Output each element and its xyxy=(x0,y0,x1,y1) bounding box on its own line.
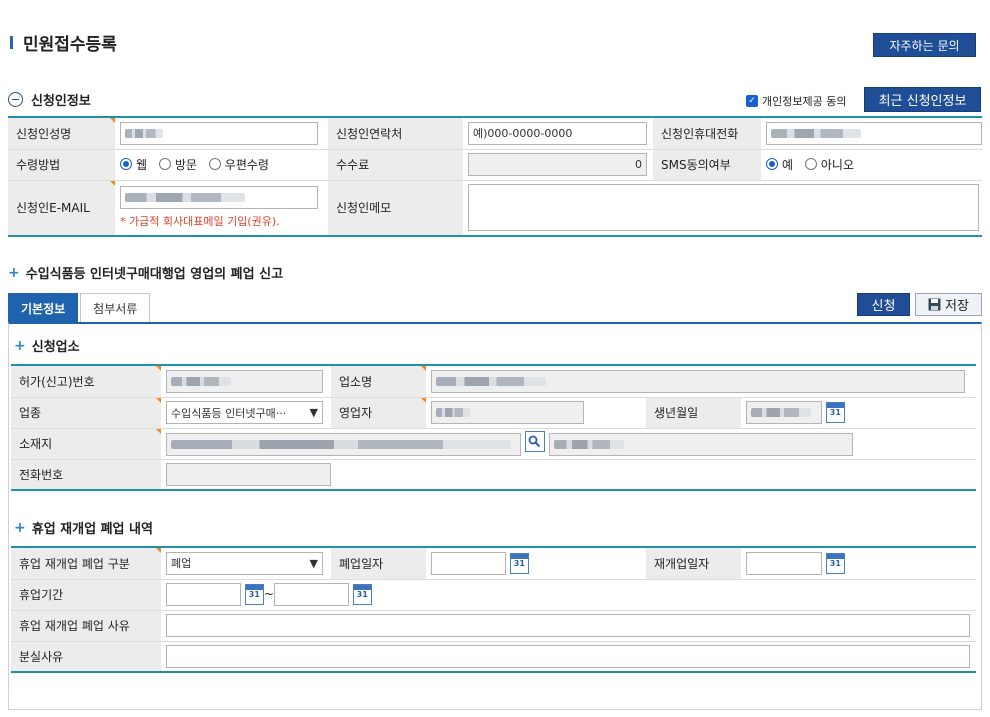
mobile-label: 신청인휴대전화 xyxy=(653,118,761,150)
tab-bar: 기본정보 첨부서류 xyxy=(8,293,152,322)
phone-label: 전화번호 xyxy=(11,459,161,491)
name-input[interactable] xyxy=(120,121,318,145)
checkbox-checked-icon[interactable]: ✓ xyxy=(746,95,758,107)
save-button[interactable]: 저장 xyxy=(915,293,982,316)
industry-select[interactable]: 수입식품등 인터넷구매··· ▼ xyxy=(166,401,323,424)
divider xyxy=(8,235,982,237)
address-field xyxy=(166,433,521,456)
reopen-date-label: 재개업일자 xyxy=(646,548,741,580)
radio-icon[interactable] xyxy=(158,158,171,171)
name-label: 신청인성명 xyxy=(8,118,115,150)
applicant-section-header[interactable]: 신청인정보 xyxy=(8,90,91,109)
floppy-icon xyxy=(928,298,941,311)
radio-selected-icon[interactable] xyxy=(766,158,778,171)
business-name-field xyxy=(431,369,965,393)
dropdown-arrow-icon: ▼ xyxy=(309,556,318,570)
faq-button[interactable]: 자주하는 문의 xyxy=(873,33,976,57)
redacted xyxy=(771,128,861,138)
collapse-icon[interactable] xyxy=(8,92,23,107)
period-label: 휴업기간 xyxy=(11,579,161,611)
lost-reason-label: 분실사유 xyxy=(11,641,161,673)
tab-attachments[interactable]: 첨부서류 xyxy=(80,293,151,322)
reopen-date-input[interactable] xyxy=(746,551,822,575)
divider xyxy=(11,489,976,491)
applicant-table: 신청인성명 신청인연락처 예)000-0000-0000 신청인휴대전화 수령방… xyxy=(8,118,982,236)
dropdown-arrow-icon: ▼ xyxy=(309,406,318,419)
address-label: 소재지 xyxy=(11,428,161,460)
lost-reason-input[interactable] xyxy=(166,645,970,668)
email-note: * 가급적 회사대표메일 기입(권유). xyxy=(120,215,280,228)
mobile-input[interactable] xyxy=(766,121,982,145)
business-name-label: 업소명 xyxy=(331,366,426,398)
email-label: 신청인E-MAIL xyxy=(8,180,115,236)
redacted xyxy=(171,440,511,449)
industry-label: 업종 xyxy=(11,397,161,429)
redacted xyxy=(751,408,811,417)
calendar-icon[interactable]: 31 xyxy=(244,584,264,605)
radio-selected-icon[interactable] xyxy=(120,158,132,171)
license-no-field xyxy=(166,369,323,393)
email-input[interactable] xyxy=(120,186,318,209)
radio-icon[interactable] xyxy=(208,158,221,171)
redacted xyxy=(436,408,470,417)
birth-label: 생년월일 xyxy=(646,397,741,429)
radio-mail[interactable]: 우편수령 xyxy=(208,156,269,173)
business-section-header: + 신청업소 xyxy=(14,337,80,356)
privacy-consent[interactable]: ✓ 개인정보제공 동의 xyxy=(746,93,846,109)
radio-visit[interactable]: 방문 xyxy=(158,156,197,173)
radio-icon[interactable] xyxy=(804,158,817,171)
plus-icon: + xyxy=(14,519,26,536)
form-title: + 수입식품등 인터넷구매대행업 영업의 폐업 신고 xyxy=(8,264,284,283)
contact-label: 신청인연락처 xyxy=(328,118,463,150)
calendar-icon[interactable]: 31 xyxy=(825,552,845,574)
redacted xyxy=(436,376,546,386)
close-date-label: 폐업일자 xyxy=(331,548,426,580)
radio-sms-no[interactable]: 아니오 xyxy=(804,156,854,173)
calendar-icon[interactable]: 31 xyxy=(825,402,845,423)
recent-applicant-button[interactable]: 최근 신청인정보 xyxy=(864,87,981,112)
plus-icon: + xyxy=(14,337,26,354)
closure-type-select[interactable]: 폐업 ▼ xyxy=(166,551,323,575)
period-end-input[interactable] xyxy=(273,583,349,606)
calendar-icon[interactable]: 31 xyxy=(509,552,529,574)
closure-type-label: 휴업 재개업 폐업 구분 xyxy=(11,548,161,580)
radio-sms-yes[interactable]: 예 xyxy=(766,156,793,173)
fee-field: 0 xyxy=(468,153,647,176)
calendar-icon[interactable]: 31 xyxy=(352,584,372,605)
reason-label: 휴업 재개업 폐업 사유 xyxy=(11,610,161,642)
divider xyxy=(11,671,976,673)
operator-field xyxy=(431,401,584,424)
tab-basic-info[interactable]: 기본정보 xyxy=(8,293,79,322)
redacted xyxy=(125,128,163,138)
business-table: 허가(신고)번호 업소명 업종 수입식품등 인터넷구매··· ▼ 영업자 생년월일… xyxy=(11,366,977,491)
license-no-label: 허가(신고)번호 xyxy=(11,366,161,398)
address-detail-field xyxy=(548,433,853,456)
title-bar xyxy=(10,36,13,49)
redacted xyxy=(171,376,231,386)
closure-section-header: + 휴업 재개업 폐업 내역 xyxy=(14,519,153,538)
plus-icon: + xyxy=(8,264,20,281)
memo-textarea[interactable] xyxy=(468,184,979,231)
phone-field xyxy=(166,463,331,486)
period-start-input[interactable] xyxy=(166,583,241,606)
apply-button[interactable]: 신청 xyxy=(857,293,910,316)
redacted xyxy=(553,440,624,449)
memo-label: 신청인메모 xyxy=(328,180,463,236)
receive-method-label: 수령방법 xyxy=(8,149,115,181)
search-icon[interactable] xyxy=(524,431,545,452)
page-title: 민원접수등록 xyxy=(10,30,117,55)
fee-label: 수수료 xyxy=(328,149,463,181)
birth-field xyxy=(746,401,822,424)
radio-web[interactable]: 웹 xyxy=(120,156,147,173)
sms-label: SMS동의여부 xyxy=(653,149,761,181)
operator-label: 영업자 xyxy=(331,397,426,429)
contact-input[interactable]: 예)000-0000-0000 xyxy=(468,121,647,145)
reason-input[interactable] xyxy=(166,614,970,637)
close-date-input[interactable] xyxy=(431,551,506,575)
closure-table: 휴업 재개업 폐업 구분 폐업 ▼ 폐업일자 31 재개업일자 31 휴업기간 3… xyxy=(11,548,976,673)
redacted xyxy=(125,193,245,202)
